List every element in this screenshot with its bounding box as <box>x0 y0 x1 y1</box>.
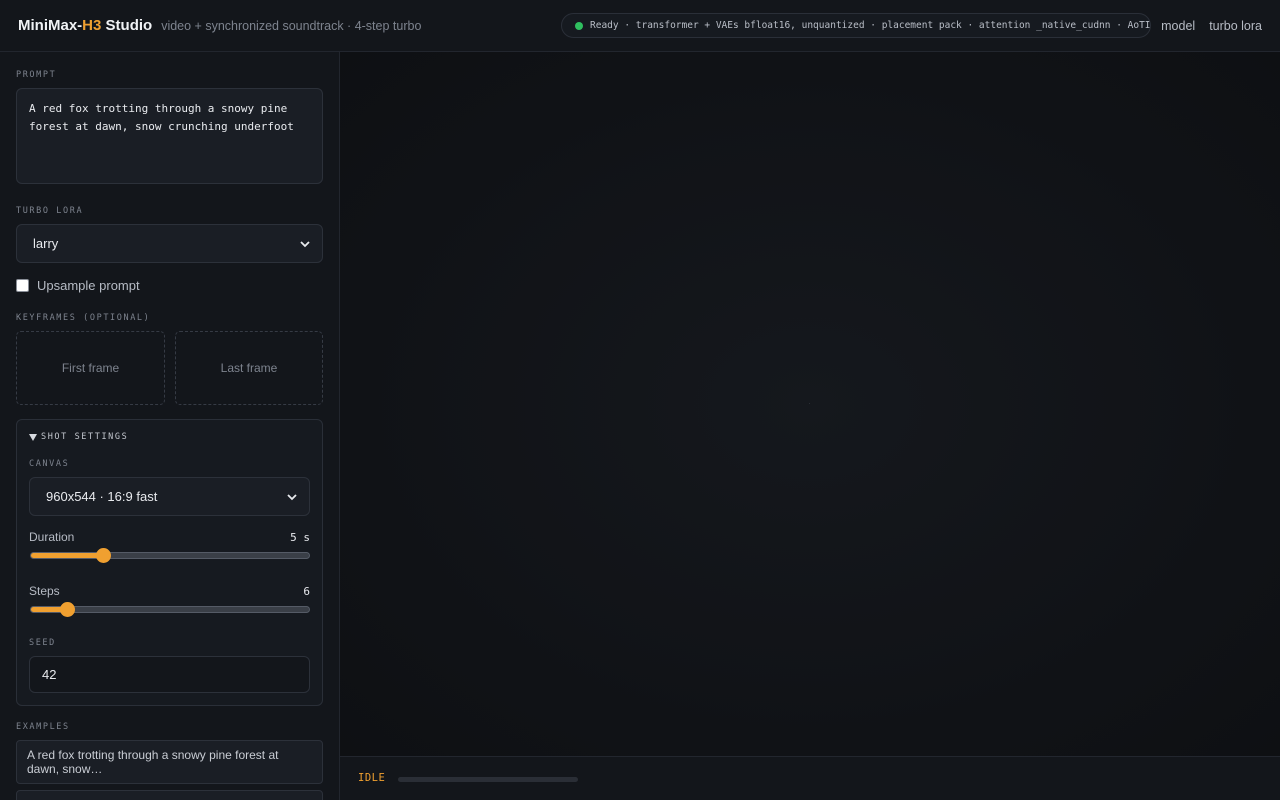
seed-label: SEED <box>29 638 56 648</box>
model-link[interactable]: model <box>1161 19 1195 33</box>
first-frame-dropzone[interactable]: First frame <box>16 331 165 405</box>
prompt-input[interactable]: A red fox trotting through a snowy pine … <box>16 88 323 184</box>
last-frame-dropzone[interactable]: Last frame <box>175 331 323 405</box>
generation-status-bar: IDLE <box>340 756 1280 800</box>
duration-slider[interactable] <box>30 548 310 563</box>
turbo-lora-selected-value: larry <box>33 236 59 251</box>
turbo-lora-link[interactable]: turbo lora <box>1209 19 1262 33</box>
seed-input[interactable]: 42 <box>29 656 310 693</box>
status-text: Ready · transformer + VAEs bfloat16, unq… <box>590 20 1150 31</box>
app-tagline: video + synchronized soundtrack · 4-step… <box>161 18 422 33</box>
last-frame-label: Last frame <box>220 361 278 375</box>
example-item[interactable]: A red fox trotting through a snowy pine … <box>16 740 323 784</box>
app-title: MiniMax-H3 Studio <box>18 17 153 34</box>
upsample-prompt-checkbox[interactable] <box>16 279 29 292</box>
first-frame-label: First frame <box>61 361 120 375</box>
duration-slider-fill <box>31 553 104 558</box>
steps-label: Steps <box>29 584 60 598</box>
generation-progress-bar <box>398 777 578 782</box>
duration-label: Duration <box>29 530 75 544</box>
upsample-prompt-row[interactable]: Upsample prompt <box>16 278 140 293</box>
steps-slider[interactable] <box>30 602 310 617</box>
turbo-lora-select[interactable]: larry <box>16 224 323 263</box>
examples-label: EXAMPLES <box>16 722 70 732</box>
steps-slider-thumb[interactable] <box>60 602 76 617</box>
control-sidebar: PROMPT A red fox trotting through a snow… <box>0 52 340 800</box>
example-item-partial[interactable] <box>16 790 323 800</box>
canvas-selected-value: 960x544 · 16:9 fast <box>46 489 158 504</box>
upsample-prompt-label: Upsample prompt <box>37 278 140 293</box>
preview-placeholder-dot <box>809 403 810 404</box>
shot-settings-toggle[interactable]: SHOT SETTINGS <box>29 432 128 442</box>
shot-settings-title: SHOT SETTINGS <box>41 432 129 442</box>
disclosure-triangle-icon <box>29 433 37 441</box>
turbo-lora-label: TURBO LORA <box>16 206 84 216</box>
seed-value: 42 <box>42 667 57 682</box>
shot-settings-panel: SHOT SETTINGS CANVAS 960x544 · 16:9 fast… <box>16 419 323 706</box>
app-header: MiniMax-H3 Studio video + synchronized s… <box>0 0 1280 52</box>
keyframes-label: KEYFRAMES (OPTIONAL) <box>16 313 151 323</box>
status-pill: Ready · transformer + VAEs bfloat16, unq… <box>561 13 1151 38</box>
status-ready-dot-icon <box>575 21 583 30</box>
duration-value: 5 s <box>290 531 310 544</box>
chevron-down-icon <box>287 493 297 500</box>
steps-value: 6 <box>303 585 310 598</box>
chevron-down-icon <box>300 240 310 247</box>
prompt-label: PROMPT <box>16 70 57 80</box>
canvas-label: CANVAS <box>29 459 70 469</box>
duration-slider-thumb[interactable] <box>96 548 112 563</box>
video-preview-area <box>340 52 1280 756</box>
canvas-select[interactable]: 960x544 · 16:9 fast <box>29 477 310 516</box>
generation-status-label: IDLE <box>358 772 386 784</box>
